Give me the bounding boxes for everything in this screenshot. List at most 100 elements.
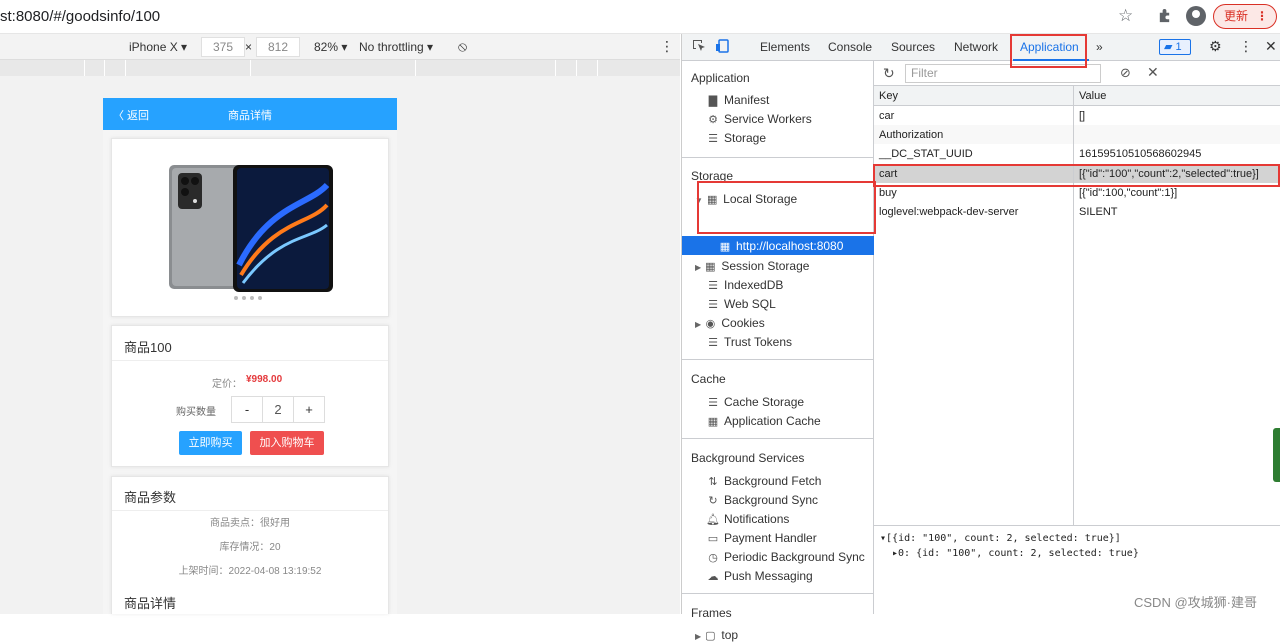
qty-plus-button[interactable]: +: [294, 397, 324, 422]
item-label: Cookies: [721, 316, 765, 330]
preview-array-line[interactable]: ▾[{id: "100", count: 2, selected: true}]: [880, 533, 1121, 544]
clear-all-icon[interactable]: ⊘: [1120, 65, 1131, 81]
sidebar-item-background-sync[interactable]: ↻ Background Sync: [706, 493, 818, 507]
sync-icon: ↻: [708, 495, 718, 507]
issues-badge[interactable]: ▰ 1: [1159, 39, 1191, 55]
item-label: Cache Storage: [724, 395, 805, 409]
sidebar-item-manifest[interactable]: ▇ Manifest: [706, 93, 770, 107]
preview-item-line[interactable]: ▸0: {id: "100", count: 2, selected: true…: [892, 548, 1139, 559]
rotate-icon[interactable]: ⦸: [458, 38, 467, 55]
more-tabs-icon[interactable]: »: [1096, 40, 1103, 54]
zoom-select[interactable]: 82% ▾: [314, 40, 347, 54]
device-height-input[interactable]: 812: [256, 37, 300, 57]
tab-network[interactable]: Network: [954, 40, 998, 54]
quantity-stepper[interactable]: - 2 +: [231, 396, 325, 423]
more-options-icon[interactable]: ⋮: [660, 38, 674, 55]
table-row-key[interactable]: buy: [879, 187, 897, 199]
inspect-element-icon[interactable]: [692, 39, 706, 53]
add-to-cart-button[interactable]: 加入购物车: [250, 431, 324, 455]
table-row-value[interactable]: [{"id":"100","count":2,"selected":true}]: [1079, 168, 1259, 180]
device-width-input[interactable]: 375: [201, 37, 245, 57]
address-bar[interactable]: st:8080/#/goodsinfo/100: [0, 8, 160, 25]
page-header: 〈 返回 商品详情: [103, 98, 397, 130]
delete-selected-icon[interactable]: ✕: [1147, 64, 1159, 81]
close-devtools-icon[interactable]: ✕: [1265, 38, 1277, 55]
table-row-value[interactable]: []: [1079, 110, 1085, 122]
carousel-dots[interactable]: [232, 289, 264, 303]
bookmark-star-icon[interactable]: ☆: [1118, 6, 1133, 26]
settings-gear-icon[interactable]: ⚙: [1209, 38, 1222, 55]
devtools-menu-icon[interactable]: ⋮: [1239, 38, 1253, 55]
gear-icon: ⚙: [708, 114, 718, 126]
table-row-key[interactable]: car: [879, 110, 894, 122]
table-row-value[interactable]: [{"id":100,"count":1}]: [1079, 187, 1177, 199]
sidebar-item-frame-top[interactable]: ▶ ▢ top: [695, 628, 738, 642]
sidebar-item-push-messaging[interactable]: ☁ Push Messaging: [706, 569, 813, 583]
divider: [112, 510, 388, 511]
table-header: [874, 86, 1280, 106]
tab-application[interactable]: Application: [1020, 40, 1079, 54]
side-widget[interactable]: [1273, 428, 1280, 482]
sidebar-item-cookies[interactable]: ▶ ◉ Cookies: [695, 316, 765, 330]
throttle-select[interactable]: No throttling ▾: [359, 40, 433, 54]
cloud-icon: ☁: [707, 571, 719, 583]
column-divider: [1073, 86, 1074, 526]
sidebar-item-session-storage[interactable]: ▶ ▦ Session Storage: [695, 259, 809, 273]
tab-elements[interactable]: Elements: [760, 40, 810, 54]
sidebar-item-service-workers[interactable]: ⚙ Service Workers: [706, 112, 812, 126]
product-info-card: 商品100 定价： ¥998.00 购买数量 - 2 + 立即购买 加入购物车: [111, 325, 389, 467]
expand-triangle-icon: ▶: [695, 263, 704, 272]
qty-minus-button[interactable]: -: [232, 397, 262, 422]
item-label: Session Storage: [721, 259, 810, 273]
item-label: Local Storage: [723, 192, 798, 206]
table-row-value[interactable]: 16159510510568602945: [1079, 148, 1201, 160]
divider: [682, 593, 874, 594]
sidebar-item-websql[interactable]: ☰ Web SQL: [706, 297, 776, 311]
qty-value[interactable]: 2: [262, 397, 294, 422]
sidebar-item-cache-storage[interactable]: ☰ Cache Storage: [706, 395, 804, 409]
device-select[interactable]: iPhone X ▾: [129, 40, 187, 54]
table-row-key[interactable]: cart: [879, 168, 897, 180]
page-title: 商品详情: [228, 110, 272, 122]
sidebar-item-background-fetch[interactable]: ⇅ Background Fetch: [706, 474, 821, 488]
extensions-icon[interactable]: [1157, 7, 1172, 24]
table-row-value[interactable]: SILENT: [1079, 206, 1118, 218]
item-label: Background Sync: [724, 493, 819, 507]
sidebar-item-storage[interactable]: ☰ Storage: [706, 131, 766, 145]
table-icon: ▦: [719, 241, 731, 253]
param-stock: 库存情况：20: [219, 542, 281, 553]
item-label: Notifications: [724, 512, 790, 526]
sidebar-item-application-cache[interactable]: ▦ Application Cache: [706, 414, 821, 428]
item-label: http://localhost:8080: [736, 239, 844, 253]
table-row-key[interactable]: Authorization: [879, 129, 943, 141]
param-selling-point: 商品卖点：很好用: [210, 518, 290, 529]
storage-table: Key Value car [] Authorization __DC_STAT…: [874, 86, 1280, 526]
update-button[interactable]: 更新 ⋮: [1213, 4, 1277, 29]
sidebar-item-periodic-background-sync[interactable]: ◷ Periodic Background Sync: [706, 550, 865, 564]
database-icon: ☰: [708, 337, 718, 349]
sidebar-item-indexeddb[interactable]: ☰ IndexedDB: [706, 278, 783, 292]
value-header[interactable]: Value: [1079, 90, 1106, 102]
sidebar-item-payment-handler[interactable]: ▭ Payment Handler: [706, 531, 817, 545]
filter-input[interactable]: Filter: [905, 64, 1101, 83]
profile-avatar[interactable]: [1186, 6, 1206, 26]
sidebar-item-notifications[interactable]: 🔔︎ Notifications: [706, 512, 789, 526]
section-cache: Cache: [691, 372, 726, 386]
preview-array-text: [{id: "100", count: 2, selected: true}]: [886, 533, 1121, 544]
table-row-key[interactable]: loglevel:webpack-dev-server: [879, 206, 1018, 218]
table-row-key[interactable]: __DC_STAT_UUID: [879, 148, 973, 160]
section-frames: Frames: [691, 606, 732, 620]
key-header[interactable]: Key: [879, 90, 898, 102]
sidebar-item-trust-tokens[interactable]: ☰ Trust Tokens: [706, 335, 792, 349]
sidebar-item-localhost-origin[interactable]: ▦ http://localhost:8080: [718, 239, 844, 253]
tab-console[interactable]: Console: [828, 40, 872, 54]
tab-sources[interactable]: Sources: [891, 40, 935, 54]
refresh-icon[interactable]: ↻: [883, 65, 895, 82]
device-toolbar-icon[interactable]: [716, 39, 730, 53]
media-query-ruler: [0, 60, 680, 76]
buy-now-button[interactable]: 立即购买: [179, 431, 242, 455]
table-icon: ▦: [706, 194, 718, 206]
bell-icon: 🔔︎: [706, 514, 720, 526]
menu-dots-icon: ⋮: [1256, 9, 1268, 23]
sidebar-item-local-storage[interactable]: ▼ ▦ Local Storage: [695, 192, 797, 206]
